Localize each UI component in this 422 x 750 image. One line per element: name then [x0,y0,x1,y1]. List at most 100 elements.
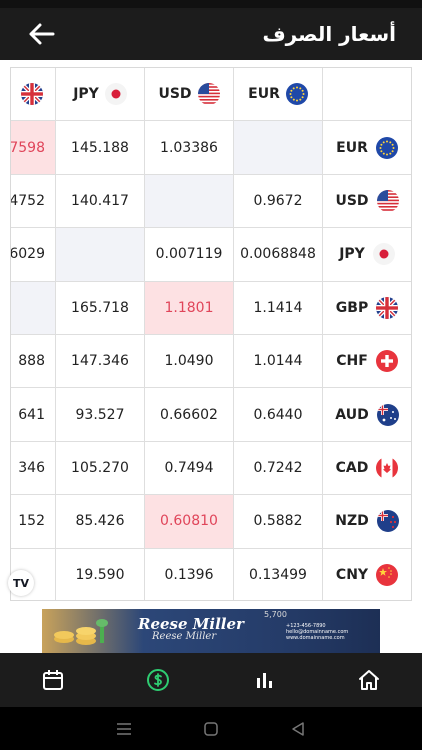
rate-cell[interactable]: 140.417 [56,174,145,229]
rate-cell[interactable]: 0.66602 [145,388,234,442]
rate-cell[interactable]: 1.0490 [145,334,234,389]
rate-cell[interactable]: 105.270 [56,441,145,496]
page-title: أسعار الصرف [262,22,396,46]
recents-icon[interactable] [116,722,132,736]
system-nav-bar [0,707,422,750]
column-code: JPY [73,86,99,103]
rate-cell[interactable]: 145.188 [56,121,145,175]
main-content: JPY USD EUR 7598 145.188 1.03386 EUR 4752 140.41… [0,60,422,653]
back-nav-icon[interactable] [290,721,306,737]
flag-jp-icon [104,83,127,106]
tradingview-badge[interactable]: TV [8,570,34,596]
rate-cell[interactable]: 346 [11,441,56,496]
flag-gb-icon [21,83,43,106]
rate-cell[interactable]: 1.1414 [234,281,323,335]
flag-eu-icon [375,136,398,159]
rate-cell[interactable] [145,174,234,229]
rate-cell[interactable]: 0.60810 [145,495,234,549]
ad-website: www.domainname.com [286,635,345,641]
currency-dollar-icon [147,669,170,691]
nav-charts[interactable] [234,653,294,707]
row-currency-aud[interactable]: AUD [323,388,411,442]
rate-cell[interactable]: 4752 [11,174,56,229]
ad-banner[interactable]: Reese Miller Reese Miller 5,700 +123-456… [42,609,380,653]
flag-eu-icon [285,83,308,106]
rate-cell[interactable]: 0.007119 [145,228,234,282]
home-button-icon[interactable] [203,721,219,737]
row-code: GBP [335,299,369,316]
flag-us-icon [376,189,399,212]
corner-cell [323,68,411,122]
rate-cell[interactable] [234,121,323,175]
rate-cell[interactable]: 0.9672 [234,174,323,229]
row-code: CHF [336,353,368,370]
rate-cell[interactable]: 0.5882 [234,495,323,549]
rate-cell[interactable]: 0.1396 [145,548,234,600]
coins-illustration [54,619,108,645]
exchange-rate-table[interactable]: JPY USD EUR 7598 145.188 1.03386 EUR 4752 140.41… [10,67,412,601]
rate-cell[interactable]: 85.426 [56,495,145,549]
flag-us-icon [197,83,220,106]
row-currency-cny[interactable]: CNY [323,549,411,600]
ad-number: 5,700 [264,610,287,619]
column-header[interactable]: USD [145,68,234,122]
back-button[interactable] [24,17,58,51]
row-code: JPY [339,246,365,263]
column-header[interactable] [11,68,56,122]
rate-cell[interactable]: 1.03386 [145,121,234,175]
flag-ca-icon [376,456,399,479]
bottom-nav [0,653,422,707]
row-currency-gbp[interactable]: GBP [323,282,411,335]
rate-cell[interactable]: 0.13499 [234,548,323,600]
flag-jp-icon [372,243,395,266]
rate-cell[interactable]: 7598 [11,121,56,175]
rate-cell[interactable]: 6029 [11,228,56,282]
nav-calendar[interactable] [23,653,83,707]
column-header[interactable]: EUR [234,68,323,122]
status-bar [0,0,422,8]
flag-cn-icon [376,563,399,586]
rate-cell[interactable]: 0.7242 [234,441,323,496]
nav-home[interactable] [339,653,399,707]
app-bar: أسعار الصرف [0,8,422,60]
rate-cell[interactable]: 19.590 [56,548,145,600]
row-currency-jpy[interactable]: JPY [323,228,411,282]
row-code: NZD [335,513,369,530]
rate-cell[interactable]: 152 [11,495,56,549]
rate-cell[interactable]: 1.0144 [234,334,323,389]
bar-chart-icon [256,673,272,688]
nav-rates[interactable] [128,653,188,707]
flag-au-icon [376,403,399,426]
rate-cell[interactable]: 641 [11,388,56,442]
rate-cell[interactable]: 147.346 [56,334,145,389]
rate-cell[interactable]: 93.527 [56,388,145,442]
row-currency-eur[interactable]: EUR [323,121,411,175]
rate-cell[interactable]: 0.7494 [145,441,234,496]
rate-cell[interactable]: 888 [11,334,56,389]
row-code: USD [335,192,369,209]
row-currency-usd[interactable]: USD [323,175,411,229]
flag-gb-icon [376,296,399,319]
column-header[interactable]: JPY [56,68,145,122]
row-code: CAD [335,459,369,476]
arrow-left-icon [29,23,55,45]
rate-cell[interactable]: 1.1801 [145,281,234,335]
rate-cell[interactable] [11,281,56,335]
rate-cell[interactable]: 0.6440 [234,388,323,442]
column-code: EUR [248,86,280,103]
row-code: AUD [335,406,369,423]
rate-cell[interactable]: 165.718 [56,281,145,335]
ad-name-small: Reese Miller [152,631,217,642]
rate-grid: JPY USD EUR 7598 145.188 1.03386 EUR 4752 140.41… [11,68,411,600]
row-code: CNY [335,566,369,583]
row-currency-cad[interactable]: CAD [323,442,411,496]
rate-cell[interactable] [56,228,145,282]
ad-contact: +123-456-7890 hello@domainname.com www.d… [286,623,376,641]
rate-cell[interactable]: 0.0068848 [234,228,323,282]
row-currency-chf[interactable]: CHF [323,335,411,389]
flag-nz-icon [376,510,399,533]
home-icon [359,670,380,690]
flag-ch-icon [375,350,398,373]
row-currency-nzd[interactable]: NZD [323,495,411,549]
calendar-icon [42,670,63,690]
